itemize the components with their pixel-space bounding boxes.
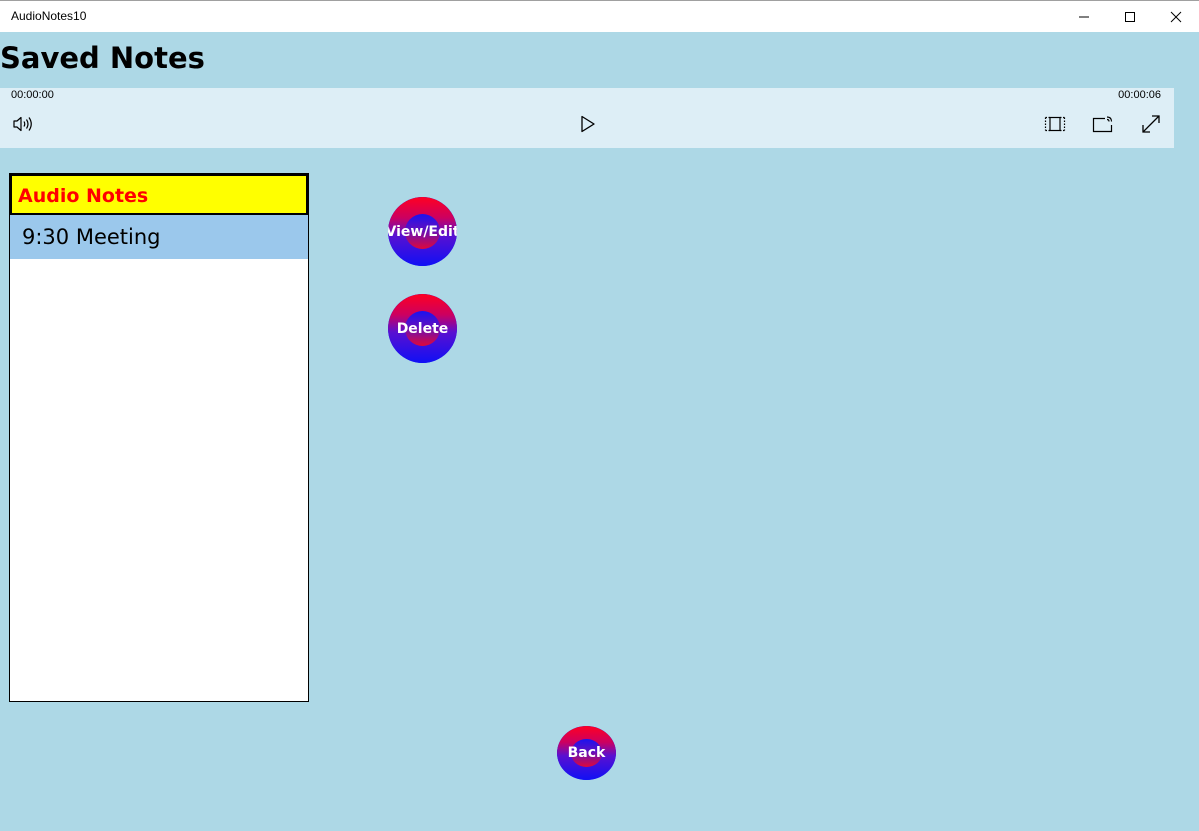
maximize-icon [1125,11,1135,22]
back-button[interactable]: Back [557,726,616,780]
aspect-ratio-icon [1044,116,1066,132]
fullscreen-icon [1142,115,1160,133]
minimize-icon [1079,16,1089,17]
list-header: Audio Notes [10,174,308,215]
media-player-controls: 00:00:00 00:00:06 [0,88,1174,148]
close-icon [1170,11,1182,22]
cast-button[interactable] [1091,112,1115,136]
page-title: Saved Notes [0,41,205,75]
close-button[interactable] [1153,1,1199,32]
play-button[interactable] [576,112,600,136]
list-item[interactable]: 9:30 Meeting [10,215,308,259]
view-edit-label: View/Edit [388,223,457,240]
cast-icon [1092,116,1113,133]
fullscreen-button[interactable] [1139,112,1163,136]
delete-button[interactable]: Delete [388,294,457,363]
volume-button[interactable] [11,112,35,136]
title-bar: AudioNotes10 [0,0,1199,32]
play-icon [581,115,595,133]
audio-notes-list: Audio Notes 9:30 Meeting [9,173,309,702]
list-header-label: Audio Notes [18,185,149,207]
aspect-ratio-button[interactable] [1043,112,1067,136]
view-edit-button[interactable]: View/Edit [388,197,457,266]
maximize-button[interactable] [1107,1,1153,32]
minimize-button[interactable] [1061,1,1107,32]
back-label: Back [567,745,606,761]
delete-label: Delete [396,320,449,337]
time-elapsed: 00:00:00 [11,89,54,101]
time-remaining: 00:00:06 [1118,89,1161,101]
app-title: AudioNotes10 [11,9,87,23]
volume-icon [13,116,32,132]
list-item-label: 9:30 Meeting [22,225,161,249]
